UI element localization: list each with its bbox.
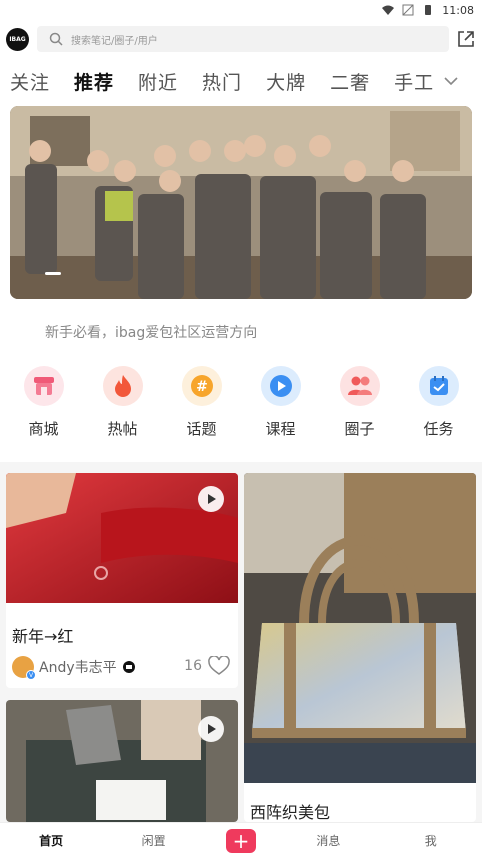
quick-link-label: 商城 <box>28 420 59 438</box>
top-bar: IBAG 搜索笔记/圈子/用户 <box>0 22 482 56</box>
carousel-indicator <box>45 272 61 275</box>
search-icon <box>49 32 63 46</box>
group-icon <box>339 366 380 406</box>
svg-text:#: # <box>196 379 208 395</box>
tab-hot[interactable]: 热门 <box>202 68 242 95</box>
search-placeholder: 搜索笔记/圈子/用户 <box>71 35 158 47</box>
wifi-icon <box>382 5 395 15</box>
task-icon <box>418 366 459 406</box>
quick-link-courses[interactable]: 课程 <box>246 366 316 446</box>
tab-nearby[interactable]: 附近 <box>138 68 178 95</box>
quick-link-label: 话题 <box>186 420 217 438</box>
fire-icon <box>102 366 143 406</box>
badge-icon <box>122 661 135 673</box>
category-tabs: 关注 推荐 附近 热门 大牌 二奢 手工 <box>0 64 482 98</box>
feed-card[interactable] <box>6 700 238 822</box>
quick-link-label: 圈子 <box>344 420 375 438</box>
nav-idle[interactable]: 闲置 <box>124 832 184 849</box>
quick-link-shop[interactable]: 商城 <box>9 366 79 446</box>
app-logo[interactable]: IBAG <box>6 28 29 51</box>
banner-group-photo <box>10 106 472 299</box>
tab-brands[interactable]: 大牌 <box>266 68 306 95</box>
feed-card[interactable]: 新年→红 V Andy韦志平 16 <box>6 473 238 688</box>
video-play-icon <box>198 716 224 742</box>
quick-link-label: 任务 <box>423 420 454 438</box>
feed-card[interactable]: 西阵织美包 <box>244 473 476 822</box>
verified-icon: V <box>26 670 36 680</box>
like-button[interactable]: 16 <box>184 656 230 676</box>
clock: 11:08 <box>442 3 474 17</box>
nav-messages[interactable]: 消息 <box>298 832 358 849</box>
notice-text[interactable]: 新手必看，ibag爱包社区运营方向 <box>45 322 257 342</box>
quick-link-topics[interactable]: # 话题 <box>167 366 237 446</box>
carousel-dot-active <box>45 272 61 275</box>
nav-me[interactable]: 我 <box>401 832 461 849</box>
quick-link-hot-posts[interactable]: 热帖 <box>88 366 158 446</box>
bottom-nav: 首页 闲置 + 消息 我 <box>0 822 482 858</box>
post-title: 西阵织美包 <box>250 803 331 822</box>
quick-link-tasks[interactable]: 任务 <box>404 366 474 446</box>
tab-recommend[interactable]: 推荐 <box>74 68 114 95</box>
tab-handmade[interactable]: 手工 <box>394 68 434 95</box>
avatar: V <box>12 656 36 680</box>
author-name: Andy韦志平 <box>39 660 117 676</box>
quick-links: 商城 热帖 # 话题 课程 圈子 任务 <box>0 366 482 446</box>
nav-post-button[interactable]: + <box>225 828 256 853</box>
hashtag-icon: # <box>181 366 222 406</box>
chevron-down-icon[interactable] <box>442 72 460 90</box>
quick-link-label: 课程 <box>265 420 296 438</box>
tab-secondhand-luxury[interactable]: 二奢 <box>330 68 370 95</box>
post-author[interactable]: V Andy韦志平 <box>12 656 136 680</box>
post-image-brocade-bag <box>244 473 476 783</box>
quick-link-circles[interactable]: 圈子 <box>325 366 395 446</box>
no-signal-icon <box>402 4 414 16</box>
banner-carousel[interactable] <box>10 106 472 299</box>
battery-icon <box>425 5 432 15</box>
video-play-icon <box>198 486 224 512</box>
search-bar[interactable]: 搜索笔记/圈子/用户 <box>37 26 449 52</box>
like-count: 16 <box>184 658 202 674</box>
nav-home[interactable]: 首页 <box>21 832 81 849</box>
share-icon[interactable] <box>456 29 476 49</box>
heart-icon <box>208 656 230 675</box>
status-bar: 11:08 <box>0 0 482 20</box>
tab-follow[interactable]: 关注 <box>10 68 50 95</box>
quick-link-label: 热帖 <box>107 420 138 438</box>
play-course-icon <box>260 366 301 406</box>
post-title: 新年→红 <box>12 627 74 646</box>
shop-icon <box>23 366 64 406</box>
